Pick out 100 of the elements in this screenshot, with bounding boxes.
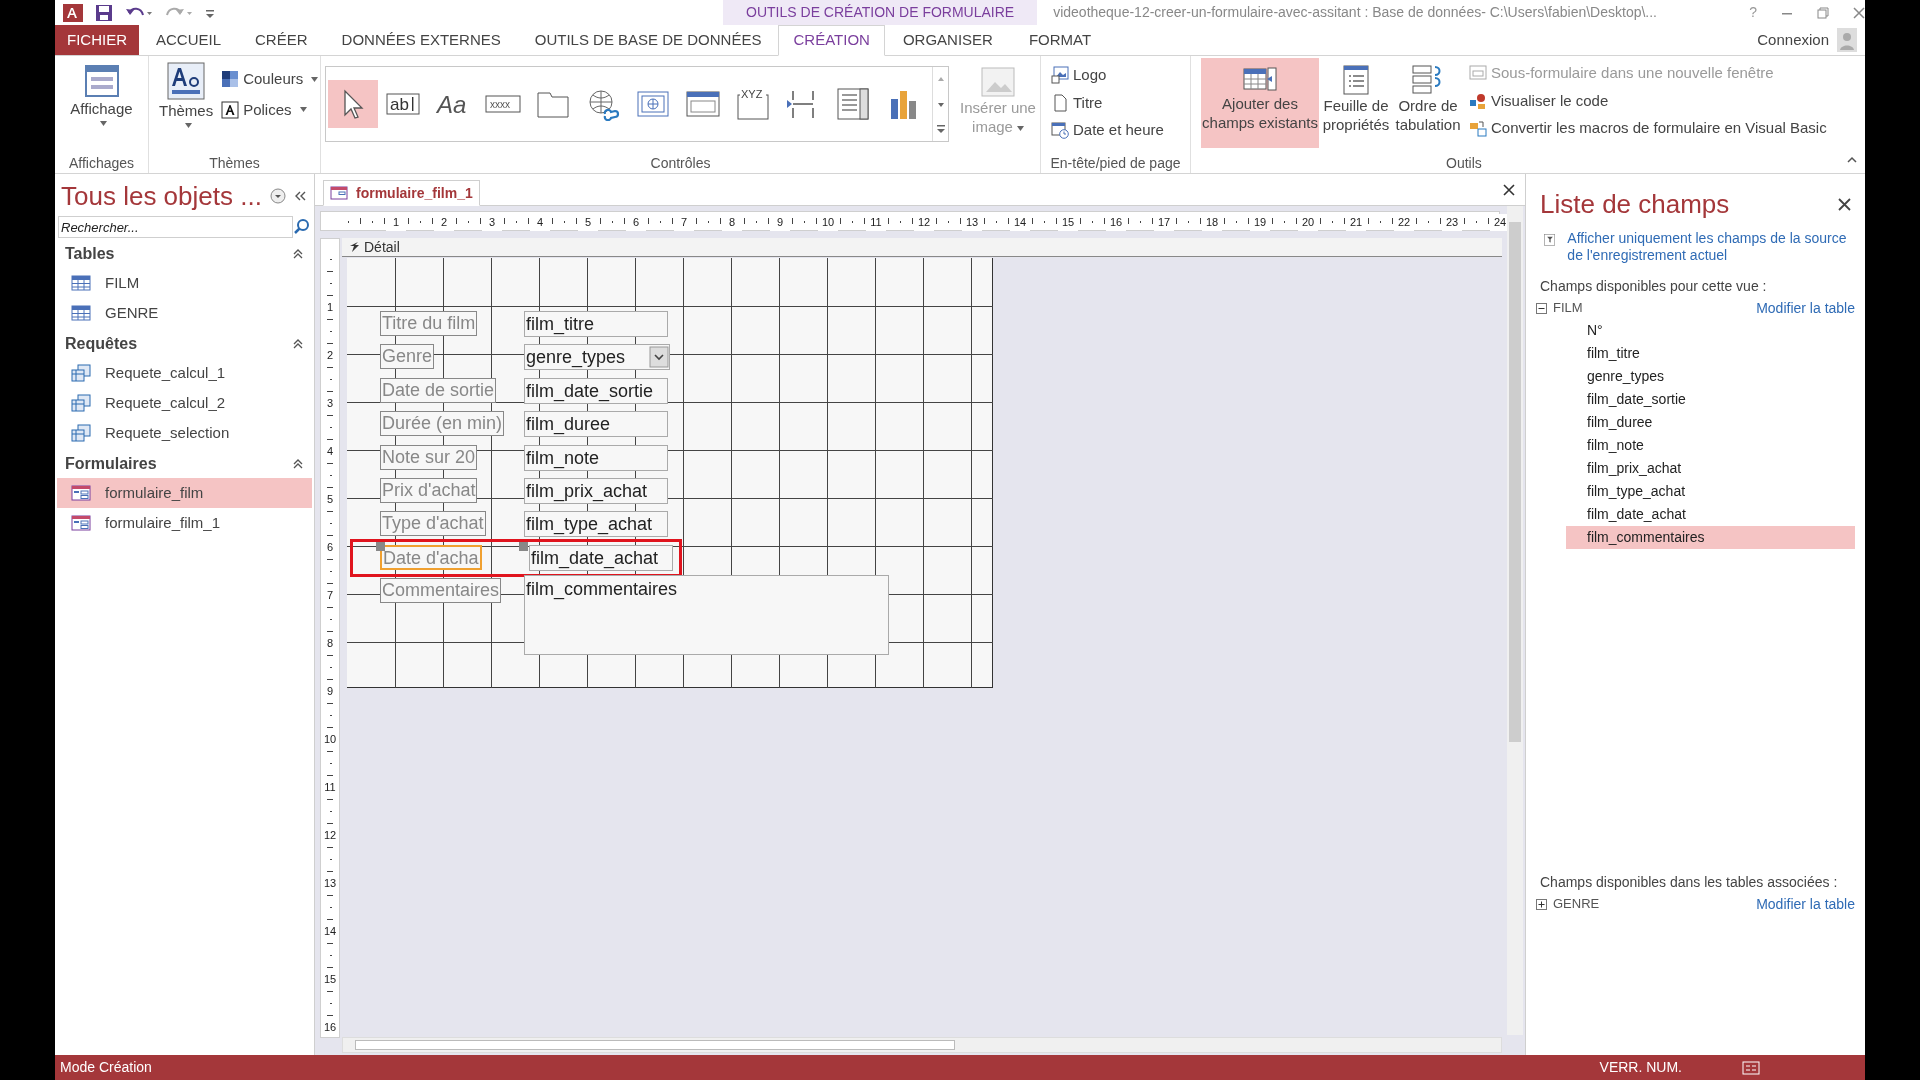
text-field[interactable]: film_duree — [524, 411, 668, 437]
navigation-item[interactable]: formulaire_film_1 — [57, 508, 312, 538]
field-item[interactable]: film_date_achat — [1566, 503, 1855, 526]
combo-box[interactable]: genre_types — [524, 344, 670, 370]
group-header[interactable]: Formulaires — [65, 452, 157, 476]
navigation-item[interactable]: FILM — [57, 268, 312, 298]
app-logo-icon[interactable] — [63, 3, 83, 22]
ribbon-tab[interactable]: OUTILS DE BASE DE DONNÉES — [517, 25, 779, 55]
ribbon-tab[interactable]: FICHIER — [55, 25, 139, 55]
ruler-number: 24 — [1490, 214, 1510, 231]
table-name: FILM — [1553, 299, 1583, 318]
ruler-number: 14 — [321, 925, 339, 937]
memo-field[interactable]: film_commentaires — [524, 575, 889, 655]
field-item[interactable]: film_prix_achat — [1566, 457, 1855, 480]
search-field[interactable]: Rechercher... — [58, 216, 293, 238]
form-icon — [71, 515, 91, 531]
picture-icon — [980, 66, 1016, 98]
ribbon-tab[interactable]: ORGANISER — [884, 25, 1011, 55]
pane-title[interactable]: Tous les objets ... — [61, 176, 262, 216]
header-footer-button[interactable]: Titre — [1051, 91, 1190, 114]
caret-icon — [311, 76, 319, 82]
table-icon — [71, 305, 91, 321]
field-item[interactable]: film_note — [1566, 434, 1855, 457]
caret-icon — [299, 107, 307, 113]
text-field[interactable]: film_prix_achat — [524, 478, 668, 504]
table-name: GENRE — [1553, 895, 1600, 914]
themes-button[interactable]: Thèmes — [159, 62, 214, 128]
horizontal-scrollbar[interactable] — [342, 1037, 1502, 1053]
filter-link[interactable]: Afficher uniquement les champs de la source de l'enregistrement actuel — [1567, 230, 1847, 264]
theme-option-button[interactable]: Polices — [221, 98, 319, 121]
query-icon — [71, 394, 91, 412]
expand-icon[interactable] — [1536, 898, 1547, 910]
tool-option-button[interactable]: Visualiser le code — [1469, 89, 1827, 112]
group-header[interactable]: Requêtes — [65, 332, 138, 356]
label-icon: Aa — [435, 87, 471, 121]
header-footer-button[interactable]: Logo — [1051, 64, 1190, 87]
collapse-icon[interactable] — [1536, 302, 1547, 314]
navigation-item[interactable]: formulaire_film — [57, 478, 312, 508]
tool-button[interactable]: Ordre de tabulation — [1393, 58, 1463, 148]
navigation-item[interactable]: GENRE — [57, 298, 312, 328]
query-icon — [71, 364, 91, 382]
tool-option-button[interactable]: Convertir les macros de formulaire en Visual Basic — [1469, 117, 1827, 140]
header-footer-button[interactable]: Date et heure — [1051, 119, 1190, 142]
ribbon-tab[interactable]: FORMAT — [1010, 25, 1110, 55]
text-field[interactable]: film_note — [524, 445, 668, 471]
ribbon-tab[interactable]: DONNÉES EXTERNES — [324, 25, 518, 55]
collapse-group-icon[interactable] — [292, 248, 304, 260]
status-indicator: VERR. NUM. — [1599, 1058, 1682, 1077]
move-handle[interactable] — [376, 542, 385, 551]
group-header[interactable]: Tables — [65, 242, 115, 266]
text-field[interactable]: film_type_achat — [524, 511, 668, 537]
close-icon[interactable] — [1503, 184, 1515, 196]
navigation-item[interactable]: Requete_calcul_2 — [57, 388, 312, 418]
account-link[interactable]: Connexion — [1757, 28, 1829, 52]
document-tab[interactable]: formulaire_film_1 — [323, 180, 480, 206]
user-avatar-icon — [1837, 28, 1857, 52]
form-view-icon — [83, 64, 120, 98]
status-text: Mode Création — [60, 1058, 152, 1077]
navigation-item[interactable]: Requete_calcul_1 — [57, 358, 312, 388]
save-icon[interactable] — [95, 3, 113, 22]
field-item[interactable]: film_date_sortie — [1566, 388, 1855, 411]
ribbon-tab[interactable]: CRÉATION — [778, 25, 885, 56]
collapse-group-icon[interactable] — [292, 338, 304, 350]
section-bar[interactable]: Détail — [342, 238, 1502, 257]
field-item[interactable]: film_titre — [1566, 342, 1855, 365]
field-item[interactable]: film_type_achat — [1566, 480, 1855, 503]
close-icon[interactable] — [1838, 197, 1851, 211]
vertical-scrollbar[interactable] — [1507, 206, 1523, 1035]
dropdown-circle-icon[interactable] — [270, 188, 286, 204]
text-field[interactable]: film_titre — [524, 311, 668, 337]
navigation-item[interactable]: Requete_selection — [57, 418, 312, 448]
ribbon-tab[interactable]: CRÉER — [238, 25, 325, 55]
move-handle[interactable] — [519, 542, 528, 551]
form-view-icon[interactable] — [1742, 1060, 1760, 1075]
ruler-number: 12 — [321, 829, 339, 841]
control-tool-button[interactable] — [328, 80, 378, 128]
field-item[interactable]: film_duree — [1566, 411, 1855, 434]
text-field[interactable]: film_date_sortie — [524, 378, 668, 404]
edit-table-link[interactable]: Modifier la table — [1756, 297, 1855, 319]
search-icon[interactable] — [293, 218, 311, 236]
edit-table-link[interactable]: Modifier la table — [1756, 893, 1855, 915]
form-icon — [330, 186, 348, 200]
section-label: Champs disponibles pour cette vue : — [1539, 277, 1768, 296]
collapse-group-icon[interactable] — [292, 458, 304, 470]
field-item[interactable]: N° — [1566, 319, 1855, 342]
caret-icon — [100, 120, 107, 126]
group-label: Affichages — [67, 154, 136, 173]
group-label: En-tête/pied de page — [1049, 154, 1182, 173]
theme-option-button[interactable]: Couleurs — [221, 68, 319, 91]
ruler-number: 16 — [321, 1021, 339, 1033]
context-tab-group-title: OUTILS DE CRÉATION DE FORMULAIRE — [723, 0, 1038, 25]
field-item[interactable]: genre_types — [1566, 365, 1855, 388]
view-button[interactable]: Affichage — [70, 64, 133, 126]
text-field[interactable]: film_date_achat — [529, 545, 673, 571]
field-item[interactable]: film_commentaires — [1566, 526, 1855, 549]
ribbon-tab[interactable]: ACCUEIL — [139, 25, 239, 55]
macro-convert-icon — [1469, 119, 1487, 138]
panel-title: Liste de champs — [1540, 187, 1730, 221]
tool-button[interactable]: Ajouter des champs existants — [1201, 58, 1319, 148]
tool-button[interactable]: Feuille de propriétés — [1321, 58, 1391, 148]
